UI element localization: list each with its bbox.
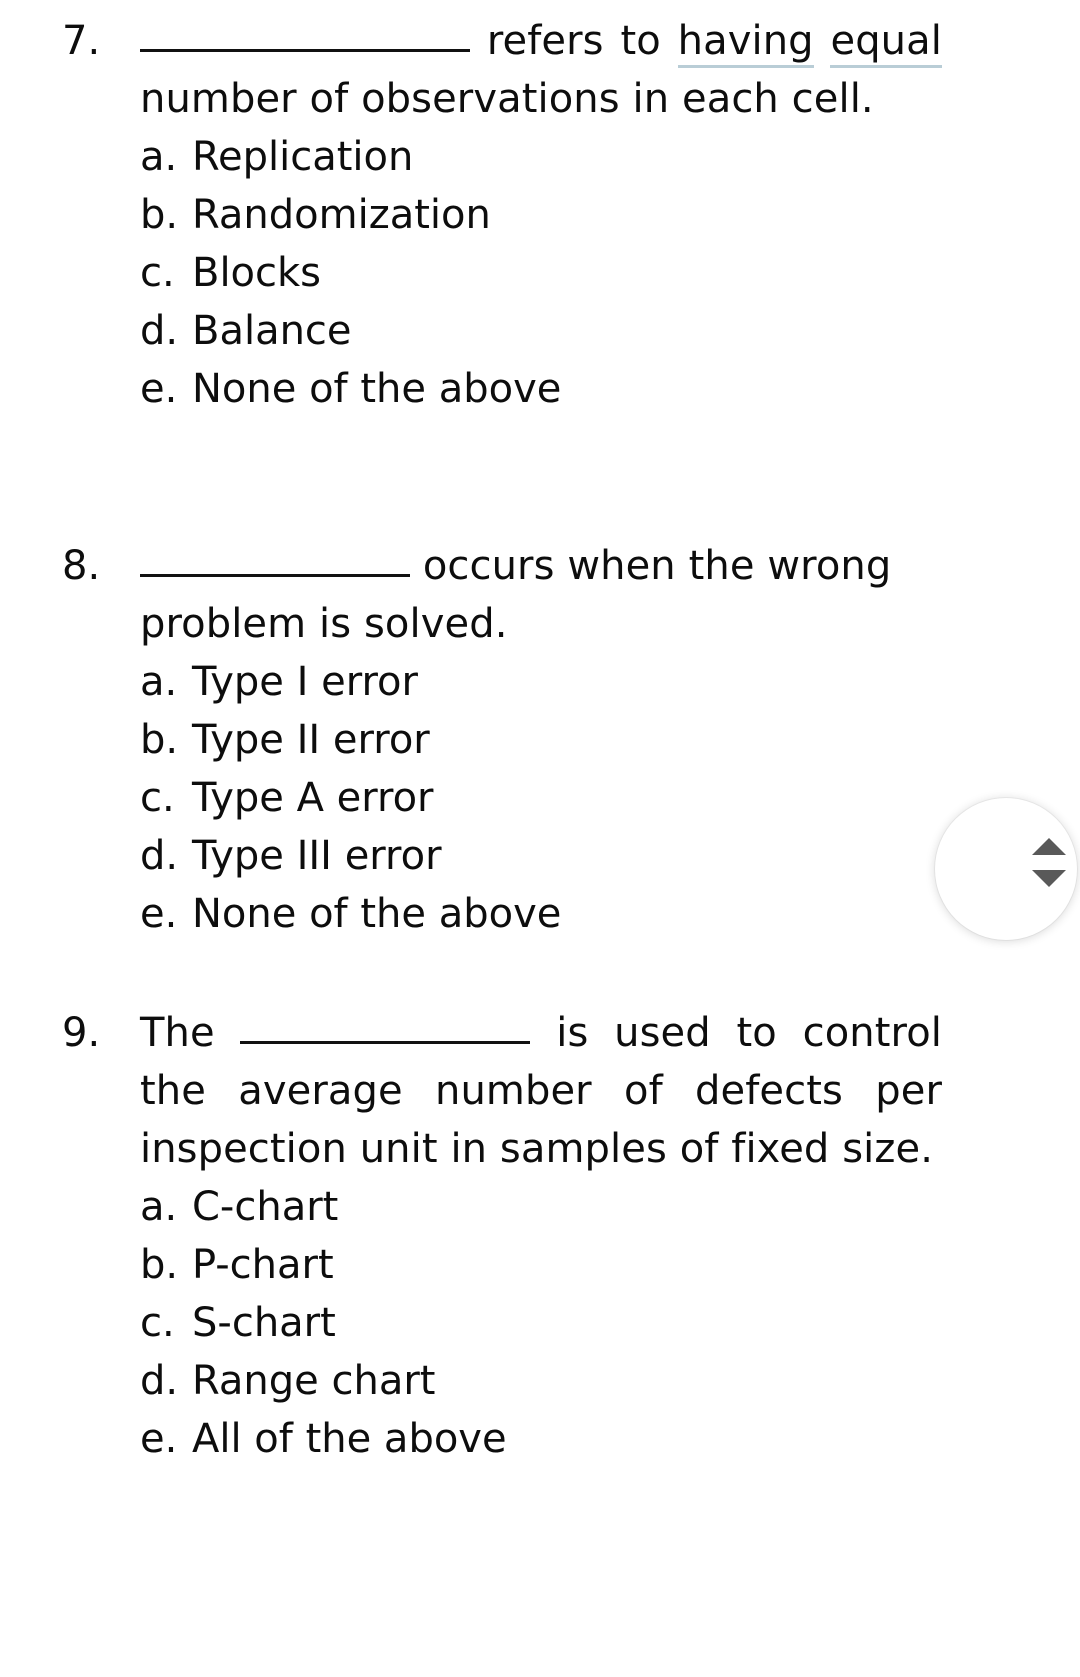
fill-in-blank-7[interactable] <box>140 15 470 52</box>
option-9-c[interactable]: c. S-chart <box>0 1294 1010 1352</box>
triangle-down-icon[interactable] <box>1032 870 1066 887</box>
option-letter-7-b: b. <box>140 192 179 238</box>
option-letter-8-e: e. <box>140 891 178 937</box>
option-letter-9-b: b. <box>140 1242 179 1288</box>
question-block-9: 9. The is used to control the average nu… <box>0 1004 1010 1468</box>
option-letter-8-a: a. <box>140 659 178 705</box>
option-9-b[interactable]: b. P-chart <box>0 1236 1010 1294</box>
option-7-d[interactable]: d. Balance <box>0 302 1010 360</box>
option-letter-7-a: a. <box>140 134 178 180</box>
option-7-b[interactable]: b. Randomization <box>0 186 1010 244</box>
question-stem-8: 8. occurs when the wrong problem is solv… <box>0 537 1010 653</box>
document-page: 7. refers to having equal number of obse… <box>0 0 1080 1677</box>
option-9-d[interactable]: d. Range chart <box>0 1352 1010 1410</box>
question-block-7: 7. refers to having equal number of obse… <box>0 12 1010 418</box>
fill-in-blank-9[interactable] <box>240 1007 531 1044</box>
question-number-8: 8. <box>62 543 101 589</box>
option-8-e[interactable]: e. None of the above <box>0 885 1010 943</box>
option-text-7-b: Randomization <box>192 192 491 238</box>
triangle-up-icon[interactable] <box>1032 838 1066 855</box>
option-letter-8-d: d. <box>140 833 179 879</box>
fill-in-blank-8[interactable] <box>140 540 410 577</box>
option-text-9-e: All of the above <box>192 1416 507 1462</box>
option-9-e[interactable]: e. All of the above <box>0 1410 1010 1468</box>
option-text-7-e: None of the above <box>192 366 562 412</box>
option-7-e[interactable]: e. None of the above <box>0 360 1010 418</box>
options-list-7: a. Replication b. Randomization c. Block… <box>0 128 1010 418</box>
options-list-8: a. Type I error b. Type II error c. Type… <box>0 653 1010 943</box>
option-text-8-e: None of the above <box>192 891 562 937</box>
option-9-a[interactable]: a. C-chart <box>0 1178 1010 1236</box>
option-7-a[interactable]: a. Replication <box>0 128 1010 186</box>
question-stem-7: 7. refers to having equal number of obse… <box>0 12 1010 128</box>
option-8-b[interactable]: b. Type II error <box>0 711 1010 769</box>
question-block-8: 8. occurs when the wrong problem is solv… <box>0 537 1010 943</box>
scroll-nav-widget[interactable] <box>935 798 1077 940</box>
option-8-d[interactable]: d. Type III error <box>0 827 1010 885</box>
option-letter-7-c: c. <box>140 250 175 296</box>
option-letter-7-d: d. <box>140 308 179 354</box>
option-8-a[interactable]: a. Type I error <box>0 653 1010 711</box>
option-letter-8-c: c. <box>140 775 175 821</box>
question-stem-space-7 <box>814 18 831 64</box>
question-stem-text-7a: refers to <box>486 18 678 64</box>
option-letter-9-e: e. <box>140 1416 178 1462</box>
option-letter-9-a: a. <box>140 1184 178 1230</box>
option-8-c[interactable]: c. Type A error <box>0 769 1010 827</box>
question-stem-9: 9. The is used to control the average nu… <box>0 1004 1010 1178</box>
option-letter-9-c: c. <box>140 1300 175 1346</box>
option-7-c[interactable]: c. Blocks <box>0 244 1010 302</box>
question-number-7: 7. <box>62 18 101 64</box>
question-stem-text-7b: number of observations in each cell. <box>140 76 874 122</box>
spellcheck-word-equal: equal <box>830 18 942 68</box>
option-letter-8-b: b. <box>140 717 179 763</box>
spellcheck-word-having: having <box>677 18 814 68</box>
option-letter-9-d: d. <box>140 1358 179 1404</box>
question-stem-text-9a: The <box>140 1010 241 1056</box>
options-list-9: a. C-chart b. P-chart c. S-chart d. Rang… <box>0 1178 1010 1468</box>
question-number-9: 9. <box>62 1010 101 1056</box>
option-letter-7-e: e. <box>140 366 178 412</box>
